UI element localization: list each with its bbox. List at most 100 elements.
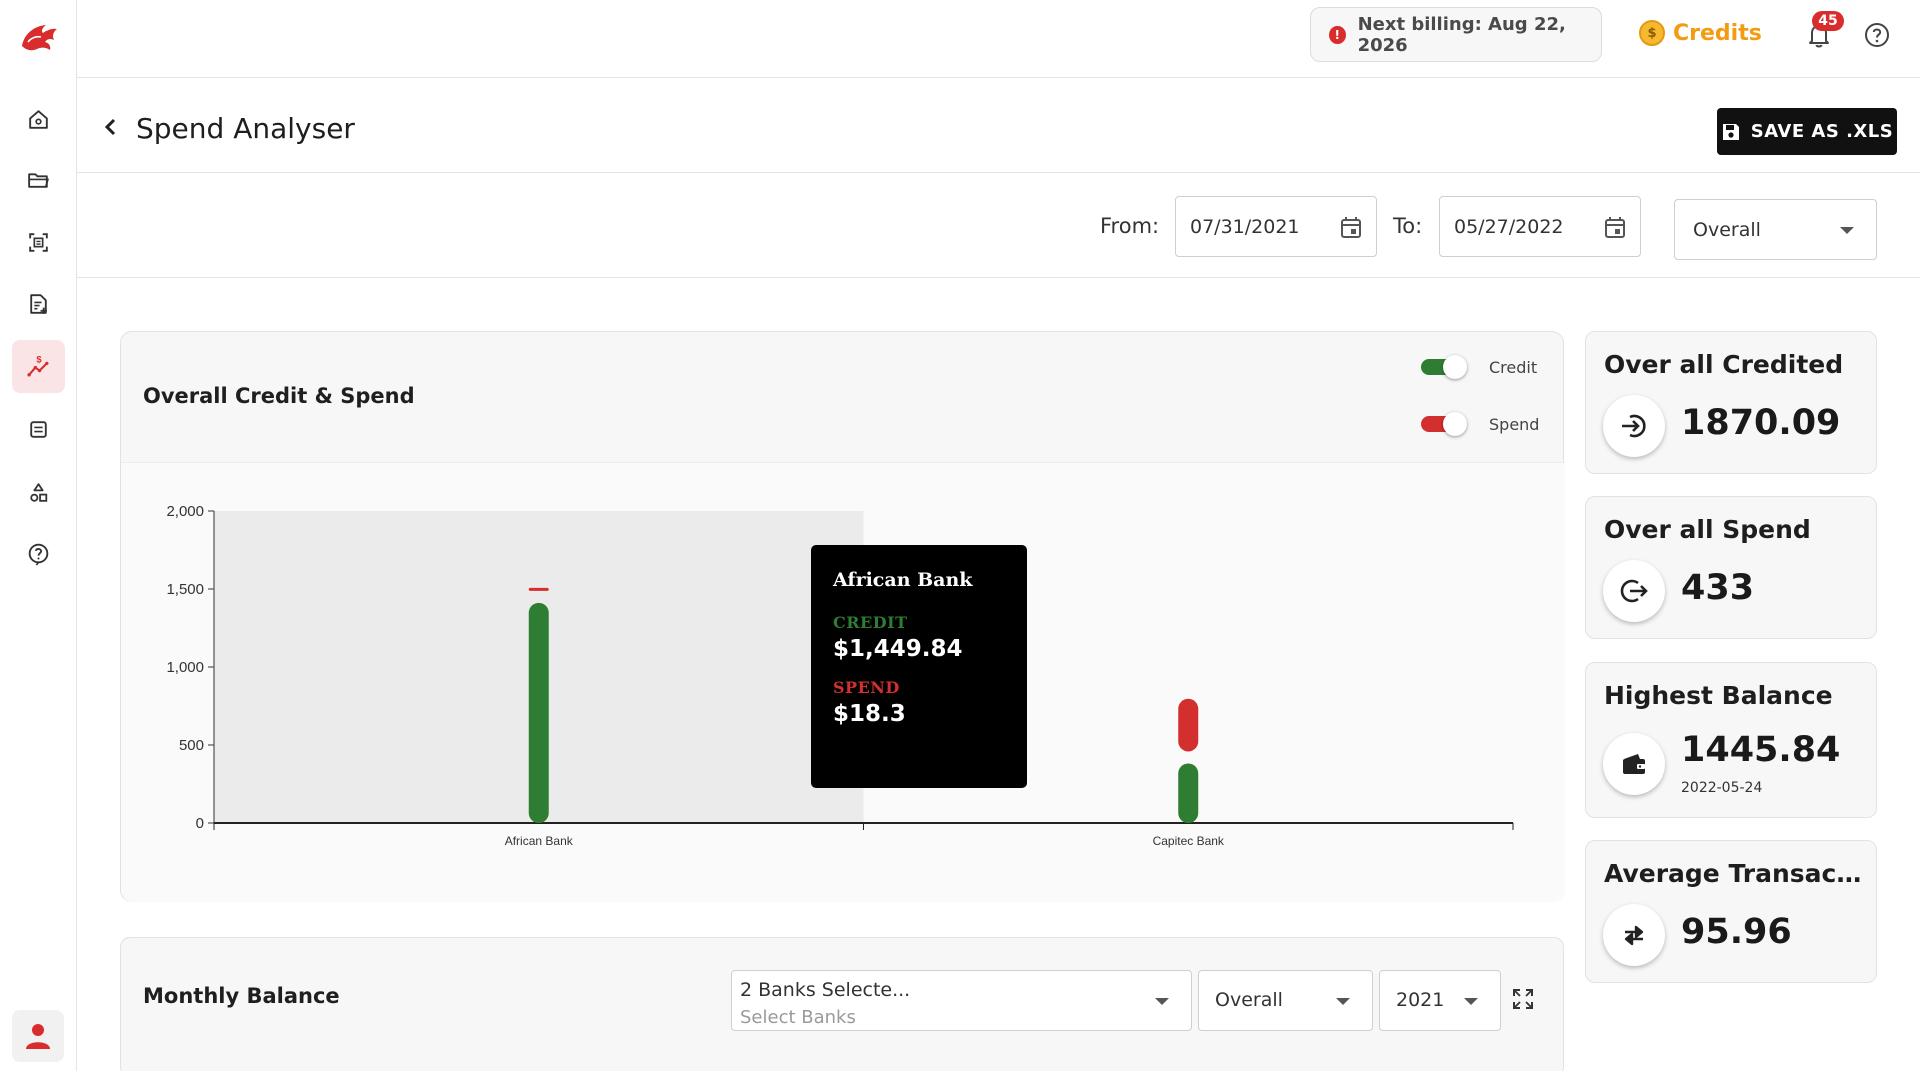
stat-value: 433: [1681, 568, 1755, 608]
y-tick-label: 0: [196, 815, 204, 832]
monthly-period-value: Overall: [1215, 989, 1283, 1011]
topbar: ! Next billing: Aug 22, 2026 $ Credits 4…: [77, 0, 1920, 78]
monthly-balance-title: Monthly Balance: [143, 984, 340, 1008]
billing-notice[interactable]: ! Next billing: Aug 22, 2026: [1310, 7, 1602, 62]
home-icon: [29, 110, 48, 129]
from-date-input[interactable]: 07/31/2021: [1175, 196, 1377, 257]
tooltip-credit-label: CREDIT: [833, 613, 908, 632]
stat-title: Average Transacti...: [1604, 859, 1866, 888]
chart-title: Overall Credit & Spend: [143, 384, 415, 408]
page-title: Spend Analyser: [136, 112, 355, 145]
chevron-down-icon: [1464, 998, 1478, 1005]
wallet-icon: [1603, 733, 1665, 795]
tooltip-spend-label: SPEND: [833, 678, 900, 697]
stat-card-overall-spend: Over all Spend 433: [1585, 496, 1877, 639]
notification-badge: 45: [1812, 11, 1844, 31]
tooltip-title: African Bank: [833, 569, 973, 591]
expand-icon[interactable]: [1512, 988, 1534, 1010]
chevron-left-icon[interactable]: [103, 118, 119, 136]
bar-spend: [528, 587, 549, 591]
credits-button[interactable]: $ Credits: [1639, 20, 1762, 46]
bar-credit: [1178, 763, 1199, 823]
sidebar-user-button[interactable]: [12, 1010, 64, 1062]
scan-icon: [29, 233, 48, 252]
user-icon: [26, 1024, 50, 1049]
shapes-icon: [30, 483, 48, 502]
spend-toggle-row: Spend: [1421, 412, 1540, 436]
bank-multiselect[interactable]: 2 Banks Selecte... Select Banks: [731, 970, 1192, 1031]
spend-toggle[interactable]: [1421, 412, 1471, 436]
spend-analyser-icon: $: [27, 354, 49, 377]
chevron-down-icon: [1155, 998, 1169, 1005]
monthly-balance-card: Monthly Balance 2 Banks Selecte... Selec…: [120, 937, 1564, 1071]
sidebar-item-scan[interactable]: [12, 216, 65, 269]
sidebar: $: [0, 0, 77, 1071]
info-icon: !: [1329, 25, 1346, 44]
sidebar-item-spend-analyser[interactable]: $: [12, 340, 65, 393]
credit-toggle[interactable]: [1421, 355, 1471, 379]
y-tick-label: 1,000: [166, 659, 204, 676]
stat-value: 1445.84: [1681, 730, 1841, 770]
bank-multiselect-placeholder: Select Banks: [740, 1007, 856, 1028]
folder-icon: [28, 173, 49, 188]
stat-title: Highest Balance: [1604, 681, 1833, 710]
bank-multiselect-value: 2 Banks Selecte...: [740, 979, 911, 1001]
save-label: SAVE AS .XLS: [1750, 121, 1894, 142]
y-tick-label: 1,500: [166, 581, 204, 598]
stat-title: Over all Credited: [1604, 350, 1844, 379]
chart-tooltip: African Bank CREDIT $1,449.84 SPEND $18.…: [811, 545, 1027, 788]
document-add-icon: [30, 294, 47, 314]
help-circle-icon[interactable]: [1863, 21, 1891, 49]
stat-card-overall-credited: Over all Credited 1870.09: [1585, 331, 1877, 474]
from-label: From:: [1100, 214, 1160, 238]
svg-text:$: $: [36, 354, 42, 364]
calendar-icon[interactable]: [1604, 216, 1626, 240]
sidebar-item-document-add[interactable]: [12, 278, 65, 331]
period-select[interactable]: Overall: [1674, 199, 1877, 260]
chevron-down-icon: [1336, 998, 1350, 1005]
monthly-period-select[interactable]: Overall: [1198, 970, 1373, 1031]
x-tick-label: African Bank: [505, 834, 574, 848]
x-tick-label: Capitec Bank: [1153, 834, 1225, 848]
from-date-value: 07/31/2021: [1190, 215, 1300, 238]
stat-card-highest-balance: Highest Balance 1445.84 2022-05-24: [1585, 662, 1877, 818]
logout-arrow-icon: [1603, 560, 1665, 622]
billing-text: Next billing: Aug 22, 2026: [1357, 13, 1566, 56]
stat-date: 2022-05-24: [1681, 780, 1763, 796]
to-label: To:: [1393, 214, 1423, 238]
tooltip-spend-value: $18.3: [833, 701, 906, 727]
sidebar-item-folder[interactable]: [12, 154, 65, 207]
calendar-icon[interactable]: [1340, 216, 1362, 240]
save-as-xls-button[interactable]: SAVE AS .XLS: [1717, 108, 1897, 155]
credit-toggle-row: Credit: [1421, 355, 1538, 379]
page-header: Spend Analyser SAVE AS .XLS: [77, 78, 1920, 173]
credit-toggle-label: Credit: [1489, 357, 1538, 377]
save-icon: [1722, 123, 1739, 140]
sidebar-item-shapes[interactable]: [12, 466, 65, 519]
period-select-value: Overall: [1693, 218, 1761, 241]
spend-toggle-label: Spend: [1489, 414, 1540, 434]
y-tick-label: 500: [179, 737, 204, 754]
sidebar-item-help[interactable]: [12, 527, 65, 580]
bar-credit: [528, 602, 549, 823]
bar-spend: [1178, 698, 1199, 752]
filter-bar: From: 07/31/2021 To: 05/27/2022 Overall: [77, 174, 1920, 278]
sidebar-item-list[interactable]: [12, 403, 65, 456]
swap-arrows-icon: [1603, 904, 1665, 966]
to-date-value: 05/27/2022: [1454, 215, 1564, 238]
credit-spend-chart-card: Overall Credit & Spend Credit Spend 0 500…: [120, 331, 1565, 902]
help-icon: [28, 543, 49, 566]
logo-icon[interactable]: [16, 16, 62, 58]
stat-value: 1870.09: [1681, 403, 1841, 443]
credits-label: Credits: [1673, 20, 1762, 46]
year-select[interactable]: 2021: [1379, 970, 1501, 1031]
stat-card-average-transaction: Average Transacti... 95.96: [1585, 840, 1877, 983]
sidebar-item-home[interactable]: [12, 93, 65, 146]
to-date-input[interactable]: 05/27/2022: [1439, 196, 1641, 257]
coin-icon: $: [1639, 20, 1665, 46]
tooltip-credit-value: $1,449.84: [833, 636, 963, 662]
year-value: 2021: [1396, 989, 1445, 1011]
stat-title: Over all Spend: [1604, 515, 1811, 544]
login-arrow-icon: [1603, 395, 1665, 457]
chevron-down-icon: [1840, 227, 1854, 234]
